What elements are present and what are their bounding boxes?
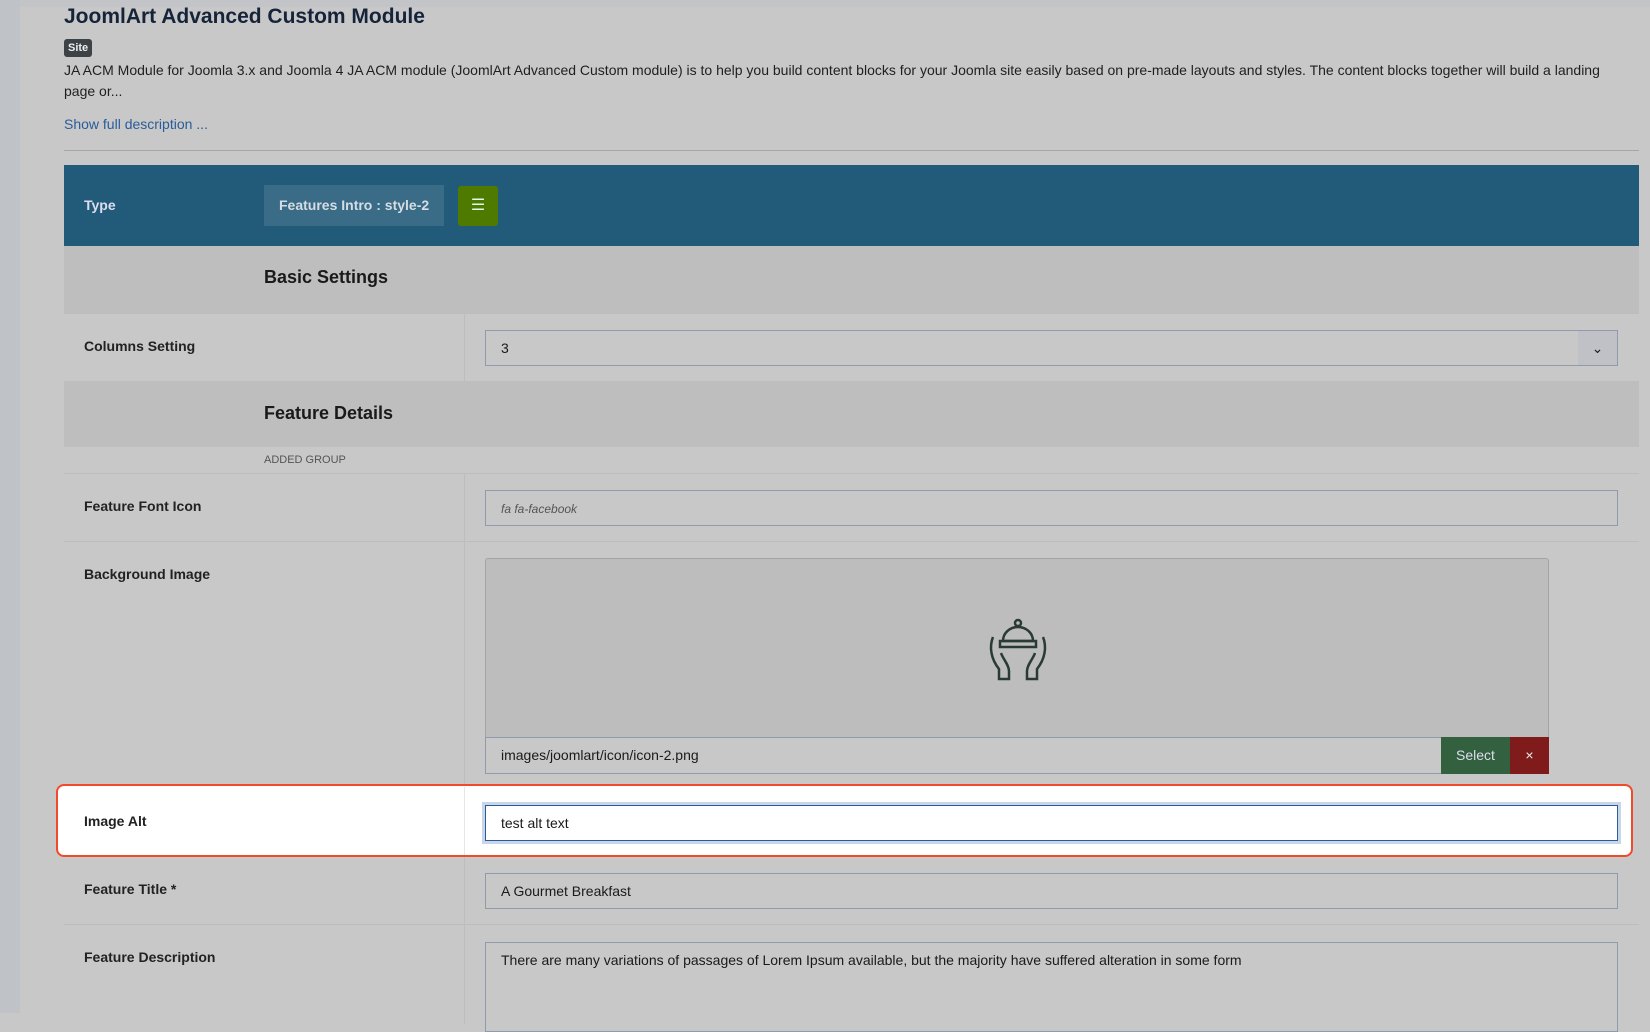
columns-select[interactable]: 3 ⌄ <box>485 330 1618 366</box>
font-icon-placeholder: fa fa-facebook <box>501 502 578 516</box>
type-label: Type <box>84 197 116 213</box>
background-image-row: Background Image images/joomlart/icon/ic… <box>64 541 1639 785</box>
column-divider <box>464 857 465 924</box>
font-icon-row: Feature Font Icon fa fa-facebook <box>64 473 1639 541</box>
feature-title-row: Feature Title * A Gourmet Breakfast <box>64 857 1639 924</box>
section-title: Feature Details <box>264 403 394 423</box>
serving-hands-icon <box>989 618 1047 681</box>
chevron-down-icon[interactable]: ⌄ <box>1578 331 1617 365</box>
section-title: Basic Settings <box>264 267 389 287</box>
type-band: Type Features Intro : style-2 ☰ <box>64 165 1639 246</box>
column-divider <box>464 925 465 1024</box>
feature-description-row: Feature Description There are many varia… <box>64 924 1639 1032</box>
field-label: Background Image <box>84 566 211 582</box>
column-divider <box>464 314 465 381</box>
image-alt-row: Image Alt test alt text <box>64 787 1639 855</box>
clear-image-button[interactable]: × <box>1510 737 1549 774</box>
image-preview <box>485 558 1549 738</box>
field-label: Columns Setting <box>84 338 196 354</box>
column-divider <box>464 787 465 855</box>
divider <box>64 150 1639 151</box>
type-select-button[interactable]: Features Intro : style-2 <box>264 185 445 226</box>
column-divider <box>464 474 465 541</box>
basic-settings-header: Basic Settings <box>64 246 1639 313</box>
feature-details-header: Feature Details <box>64 381 1639 447</box>
show-full-description-link[interactable]: Show full description ... <box>64 116 208 132</box>
sidebar-strip <box>0 0 20 1013</box>
module-description: JA ACM Module for Joomla 3.x and Joomla … <box>64 62 1600 99</box>
feature-description-textarea[interactable]: There are many variations of passages of… <box>485 942 1618 1032</box>
feature-title-input[interactable]: A Gourmet Breakfast <box>485 873 1618 909</box>
field-label: Feature Description <box>84 949 216 965</box>
image-alt-input[interactable]: test alt text <box>485 805 1618 841</box>
module-title: JoomlArt Advanced Custom Module <box>64 5 425 28</box>
select-image-button[interactable]: Select <box>1441 737 1510 774</box>
columns-value: 3 <box>501 340 509 356</box>
image-path-input[interactable]: images/joomlart/icon/icon-2.png <box>485 737 1447 774</box>
list-icon[interactable]: ☰ <box>458 186 498 226</box>
column-divider <box>464 542 465 785</box>
field-label: Image Alt <box>84 813 147 829</box>
field-label: Feature Font Icon <box>84 498 202 514</box>
font-icon-input[interactable]: fa fa-facebook <box>485 490 1618 526</box>
columns-setting-row: Columns Setting 3 ⌄ <box>64 313 1639 381</box>
site-badge: Site <box>64 39 93 57</box>
field-label: Feature Title * <box>84 881 177 897</box>
added-group-label: ADDED GROUP <box>264 454 346 466</box>
